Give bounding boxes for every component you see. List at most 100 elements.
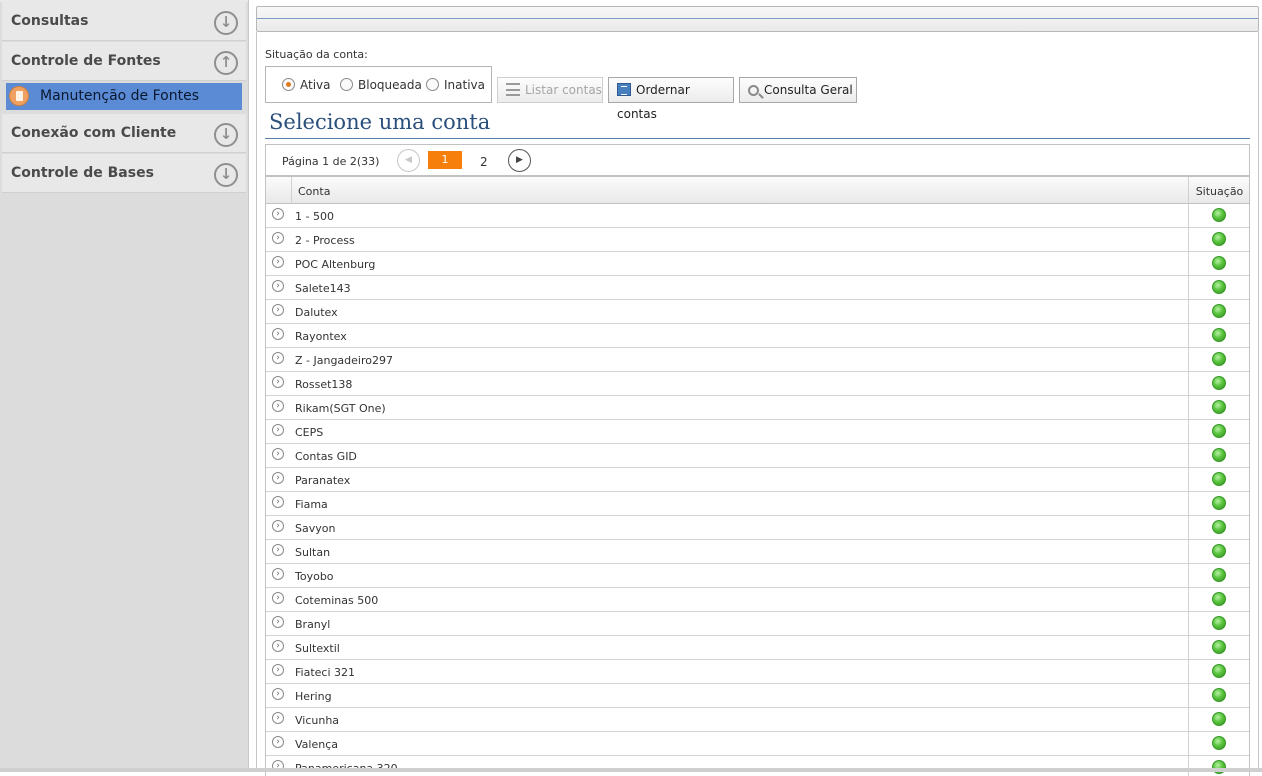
table-row[interactable]: › Z - Jangadeiro297	[266, 348, 1249, 372]
expand-row-icon[interactable]: ›	[272, 208, 284, 220]
order-accounts-button[interactable]: Ordernar contas	[608, 77, 734, 121]
main-panel: Situação da conta: Ativa Bloqueada Inati…	[256, 6, 1259, 776]
panel-content: Situação da conta: Ativa Bloqueada Inati…	[256, 32, 1259, 776]
expand-row-icon[interactable]: ›	[272, 568, 284, 580]
previous-page-icon[interactable]: ◀	[397, 149, 420, 172]
expand-row-icon[interactable]: ›	[272, 664, 284, 676]
table-row[interactable]: › Fiateci 321	[266, 660, 1249, 684]
table-row[interactable]: › Rikam(SGT One)	[266, 396, 1249, 420]
table-row[interactable]: › Dalutex	[266, 300, 1249, 324]
status-cell	[1188, 228, 1249, 251]
table-row[interactable]: › Valença	[266, 732, 1249, 756]
expand-row-icon[interactable]: ›	[272, 712, 284, 724]
expand-row-icon[interactable]: ›	[272, 640, 284, 652]
expand-row-icon[interactable]: ›	[272, 472, 284, 484]
radio-inativa[interactable]: Inativa	[426, 78, 485, 92]
expand-row-icon[interactable]: ›	[272, 496, 284, 508]
sidebar-section-controle-de-bases[interactable]: Controle de Bases ↓	[2, 154, 246, 193]
page-2-button[interactable]: 2	[480, 155, 488, 169]
sidebar-section-controle-de-fontes[interactable]: Controle de Fontes ↑	[2, 42, 246, 81]
table-row[interactable]: › POC Altenburg	[266, 252, 1249, 276]
table-row[interactable]: › Hering	[266, 684, 1249, 708]
status-active-icon	[1212, 472, 1226, 486]
table-row[interactable]: › 2 - Process	[266, 228, 1249, 252]
expand-column-header	[266, 177, 292, 204]
status-active-icon	[1212, 640, 1226, 654]
account-name: Rayontex	[295, 330, 347, 343]
status-active-icon	[1212, 568, 1226, 582]
general-query-label: Consulta Geral	[764, 83, 853, 97]
table-row[interactable]: › Coteminas 500	[266, 588, 1249, 612]
next-page-icon[interactable]: ▶	[508, 149, 531, 172]
expand-row-icon[interactable]: ›	[272, 616, 284, 628]
table-row[interactable]: › Vicunha	[266, 708, 1249, 732]
table-row[interactable]: › Sultan	[266, 540, 1249, 564]
radio-selected-icon[interactable]	[282, 78, 295, 91]
table-row[interactable]: › Rayontex	[266, 324, 1249, 348]
account-name: Branyl	[295, 618, 331, 631]
magnifier-icon	[748, 85, 759, 96]
expand-row-icon[interactable]: ›	[272, 688, 284, 700]
expand-row-icon[interactable]: ›	[272, 400, 284, 412]
radio-ativa[interactable]: Ativa	[282, 78, 331, 92]
expand-row-icon[interactable]: ›	[272, 592, 284, 604]
table-row[interactable]: › Toyobo	[266, 564, 1249, 588]
table-row[interactable]: › Fiama	[266, 492, 1249, 516]
status-active-icon	[1212, 688, 1226, 702]
table-row[interactable]: › Rosset138	[266, 372, 1249, 396]
expand-row-icon[interactable]: ›	[272, 352, 284, 364]
list-accounts-button[interactable]: Listar contas	[497, 77, 603, 103]
table-row[interactable]: › Sultextil	[266, 636, 1249, 660]
sidebar-section-consultas[interactable]: Consultas ↓	[2, 2, 246, 41]
status-cell	[1188, 588, 1249, 611]
status-active-icon	[1212, 736, 1226, 750]
status-cell	[1188, 204, 1249, 227]
account-name: Toyobo	[295, 570, 334, 583]
expand-row-icon[interactable]: ›	[272, 328, 284, 340]
sidebar: Consultas ↓ Controle de Fontes ↑ Manuten…	[0, 0, 249, 772]
radio-bloqueada[interactable]: Bloqueada	[340, 78, 422, 92]
expand-row-icon[interactable]: ›	[272, 280, 284, 292]
column-header-conta[interactable]: Conta	[298, 185, 330, 198]
status-cell	[1188, 396, 1249, 419]
expand-row-icon[interactable]: ›	[272, 448, 284, 460]
table-row[interactable]: › Paranatex	[266, 468, 1249, 492]
expand-row-icon[interactable]: ›	[272, 736, 284, 748]
table-row[interactable]: ›Panamericana 320	[266, 756, 1249, 776]
table-row[interactable]: › 1 - 500	[266, 204, 1249, 228]
expand-row-icon[interactable]: ›	[272, 520, 284, 532]
status-active-icon	[1212, 328, 1226, 342]
table-row[interactable]: › Branyl	[266, 612, 1249, 636]
page-title: Selecione uma conta	[269, 110, 491, 134]
table-row[interactable]: › Salete143	[266, 276, 1249, 300]
radio-unselected-icon[interactable]	[426, 78, 439, 91]
bottom-scrollbar[interactable]	[0, 768, 1262, 772]
account-name: Hering	[295, 690, 332, 703]
general-query-button[interactable]: Consulta Geral	[739, 77, 857, 103]
expand-arrow-down-icon[interactable]: ↓	[214, 123, 238, 147]
sidebar-section-conexao-com-cliente[interactable]: Conexão com Cliente ↓	[2, 114, 246, 153]
page-1-button[interactable]: 1	[428, 151, 462, 169]
status-cell	[1188, 636, 1249, 659]
expand-arrow-down-icon[interactable]: ↓	[214, 163, 238, 187]
expand-row-icon[interactable]: ›	[272, 304, 284, 316]
expand-row-icon[interactable]: ›	[272, 232, 284, 244]
expand-row-icon[interactable]: ›	[272, 424, 284, 436]
status-active-icon	[1212, 280, 1226, 294]
account-name: Sultan	[295, 546, 331, 559]
table-row[interactable]: › Contas GID	[266, 444, 1249, 468]
collapse-arrow-up-icon[interactable]: ↑	[214, 51, 238, 75]
account-name: CEPS	[295, 426, 324, 439]
expand-row-icon[interactable]: ›	[272, 376, 284, 388]
radio-unselected-icon[interactable]	[340, 78, 353, 91]
expand-arrow-down-icon[interactable]: ↓	[214, 11, 238, 35]
sidebar-item-manutencao-de-fontes[interactable]: Manutenção de Fontes	[6, 83, 242, 110]
account-status-radio-group: Ativa Bloqueada Inativa	[265, 66, 492, 103]
table-row[interactable]: › Savyon	[266, 516, 1249, 540]
table-row[interactable]: › CEPS	[266, 420, 1249, 444]
expand-row-icon[interactable]: ›	[272, 256, 284, 268]
accounts-table: Conta Situação › 1 - 500 › 2 - Process › POC …	[265, 176, 1250, 776]
expand-row-icon[interactable]: ›	[272, 544, 284, 556]
pagination-info: Página 1 de 2(33)	[282, 155, 380, 168]
column-header-situacao[interactable]: Situação	[1188, 177, 1249, 204]
